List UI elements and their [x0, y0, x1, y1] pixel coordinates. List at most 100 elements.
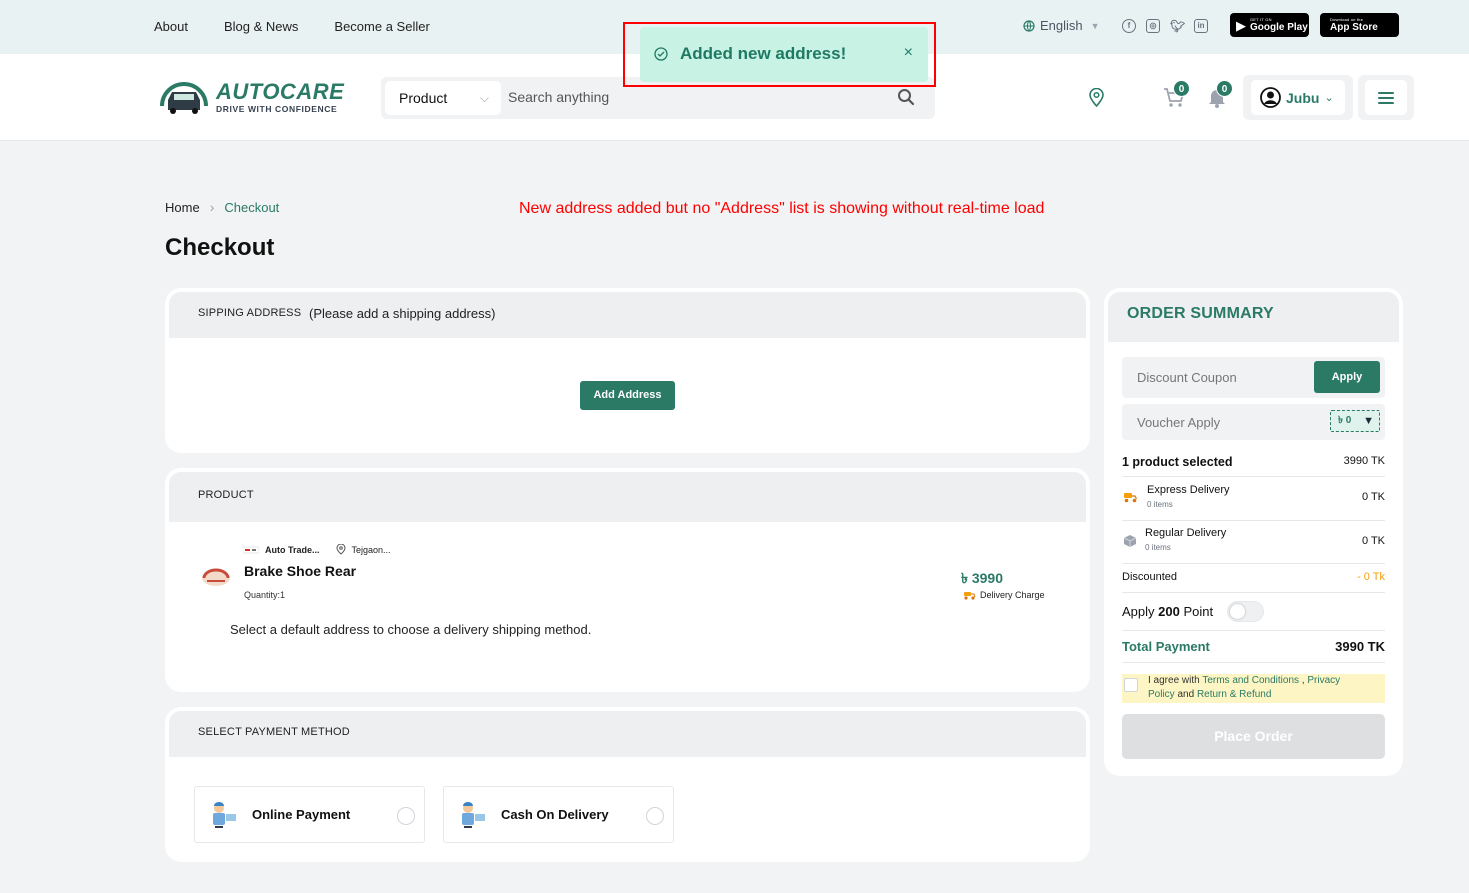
apply-points-prefix: Apply	[1122, 604, 1155, 619]
chevron-down-icon: ⌵	[479, 91, 489, 105]
privacy-link-a[interactable]: Privacy	[1307, 675, 1340, 686]
products-selected-label: 1 product selected	[1122, 455, 1233, 469]
nav-blog-link[interactable]: Blog & News	[224, 19, 298, 34]
chevron-down-icon: ⌄	[1324, 92, 1334, 104]
shop-logo-icon	[243, 546, 259, 553]
voucher-select[interactable]: ৳ 0 ▼	[1330, 410, 1380, 432]
product-card: PRODUCT	[165, 468, 1090, 692]
notification-count-badge: 0	[1216, 80, 1233, 97]
search-input[interactable]: Search anything	[508, 89, 609, 105]
discounted-row: Discounted - 0 Tk	[1122, 571, 1385, 583]
notification-button[interactable]: 0	[1207, 80, 1235, 113]
menu-line	[1378, 96, 1394, 99]
hamburger-menu	[1358, 75, 1414, 120]
logo-tagline: DRIVE WITH CONFIDENCE	[216, 103, 338, 114]
bug-annotation: New address added but no "Address" list …	[519, 200, 1045, 217]
terms-checkbox[interactable]	[1124, 678, 1138, 692]
hamburger-menu-button[interactable]	[1365, 80, 1407, 115]
express-delivery-items: 0 items	[1147, 500, 1173, 509]
regular-delivery-row: Regular Delivery 0 items 0 TK	[1122, 527, 1385, 557]
divider	[1122, 563, 1385, 564]
payment-option-cod-label: Cash On Delivery	[501, 807, 609, 822]
brake-shoe-image	[202, 568, 230, 586]
payment-option-online-radio[interactable]	[397, 807, 415, 825]
order-summary-title: ORDER SUMMARY	[1127, 305, 1274, 322]
breadcrumb: Home › Checkout	[165, 199, 279, 215]
search-category-select[interactable]: Product ⌵	[385, 81, 501, 115]
facebook-icon[interactable]: f	[1122, 19, 1136, 33]
toast-message: Added new address!	[680, 44, 847, 63]
language-select[interactable]: English ▼	[1023, 18, 1100, 33]
delivery-charge: Delivery Charge	[963, 590, 1045, 600]
shipping-card-header: SIPPING ADDRESS (Please add a shipping a…	[169, 292, 1086, 338]
payment-option-cod[interactable]: Cash On Delivery	[443, 786, 674, 843]
terms-line-2: Policy and Return & Refund	[1148, 689, 1271, 700]
regular-delivery-label: Regular Delivery	[1145, 527, 1227, 539]
shipping-address-card: SIPPING ADDRESS (Please add a shipping a…	[165, 288, 1090, 453]
twitter-icon[interactable]: 🐦︎	[1170, 19, 1185, 33]
search-category-label: Product	[399, 90, 448, 106]
regular-delivery-value: 0 TK	[1361, 535, 1385, 547]
nav-about-link[interactable]: About	[154, 19, 188, 34]
linkedin-icon[interactable]: in	[1194, 19, 1208, 33]
divider	[1122, 662, 1385, 663]
globe-icon	[1023, 19, 1035, 32]
agree-text: I agree with	[1148, 675, 1200, 686]
check-circle-icon	[654, 47, 668, 61]
location-pin-icon	[336, 544, 346, 555]
shipping-note: (Please add a shipping address)	[309, 306, 496, 321]
discounted-value: - 0 Tk	[1357, 571, 1385, 583]
payment-option-online[interactable]: Online Payment	[194, 786, 425, 843]
shipping-method-note: Select a default address to choose a del…	[230, 622, 592, 637]
express-delivery-label: Express Delivery	[1147, 484, 1230, 496]
caret-down-icon: ▼	[1363, 415, 1374, 427]
close-icon[interactable]: ×	[904, 44, 913, 62]
caret-down-icon: ▼	[1090, 20, 1100, 31]
shop-location: Tejgaon...	[351, 544, 391, 555]
total-payment-label: Total Payment	[1122, 639, 1210, 654]
apply-points-toggle[interactable]	[1227, 601, 1264, 622]
user-name: Jubu	[1286, 89, 1320, 106]
place-order-button[interactable]: Place Order	[1122, 714, 1385, 759]
refund-link[interactable]: Return & Refund	[1197, 689, 1272, 700]
voucher-field: Voucher Apply ৳ 0 ▼	[1122, 404, 1385, 440]
shop-name[interactable]: Auto Trade...	[265, 545, 320, 555]
app-store-button[interactable]: Download on the App Store	[1320, 13, 1399, 37]
coupon-field: Discount Coupon Apply	[1122, 357, 1385, 398]
search-icon[interactable]	[897, 88, 915, 106]
product-name[interactable]: Brake Shoe Rear	[244, 563, 356, 579]
user-menu-button[interactable]: Jubu ⌄	[1251, 80, 1345, 115]
voucher-value: ৳ 0	[1338, 415, 1352, 426]
breadcrumb-current: Checkout	[224, 199, 280, 215]
privacy-link-b[interactable]: Policy	[1148, 689, 1175, 700]
cart-button[interactable]: 0	[1163, 80, 1191, 113]
menu-line	[1378, 91, 1394, 94]
payment-option-online-label: Online Payment	[252, 807, 351, 822]
instagram-icon[interactable]: ◎	[1146, 19, 1160, 33]
payment-option-cod-radio[interactable]	[646, 807, 664, 825]
express-delivery-icon	[1124, 493, 1138, 503]
location-pin-icon[interactable]	[1088, 88, 1105, 107]
shipping-label: SIPPING ADDRESS	[198, 307, 302, 319]
product-quantity: Quantity:1	[244, 590, 286, 600]
delivery-person-icon	[213, 802, 236, 828]
regular-delivery-items: 0 items	[1145, 543, 1171, 552]
product-card-header: PRODUCT	[169, 472, 1086, 522]
terms-link[interactable]: Terms and Conditions	[1202, 675, 1299, 686]
app-store-large: App Store	[1330, 21, 1378, 33]
avatar-icon	[1260, 87, 1281, 108]
coupon-input[interactable]: Discount Coupon	[1137, 370, 1237, 385]
nav-seller-link[interactable]: Become a Seller	[334, 19, 429, 34]
delivery-person-icon	[462, 802, 485, 828]
voucher-input[interactable]: Voucher Apply	[1137, 415, 1220, 430]
success-toast: Added new address! ×	[640, 27, 928, 82]
apply-coupon-button[interactable]: Apply	[1314, 361, 1380, 393]
apply-points-value: 200	[1158, 604, 1180, 619]
add-address-button[interactable]: Add Address	[580, 381, 675, 410]
breadcrumb-home[interactable]: Home	[165, 200, 200, 215]
app-store-small: Download on the	[1330, 16, 1364, 22]
google-play-button[interactable]: ▶ GET IT ON Google Play	[1230, 13, 1309, 37]
user-menu: Jubu ⌄	[1243, 75, 1353, 120]
product-price: ৳ 3990	[961, 570, 1004, 586]
site-logo[interactable]: AUTOCARE DRIVE WITH CONFIDENCE	[156, 78, 344, 116]
